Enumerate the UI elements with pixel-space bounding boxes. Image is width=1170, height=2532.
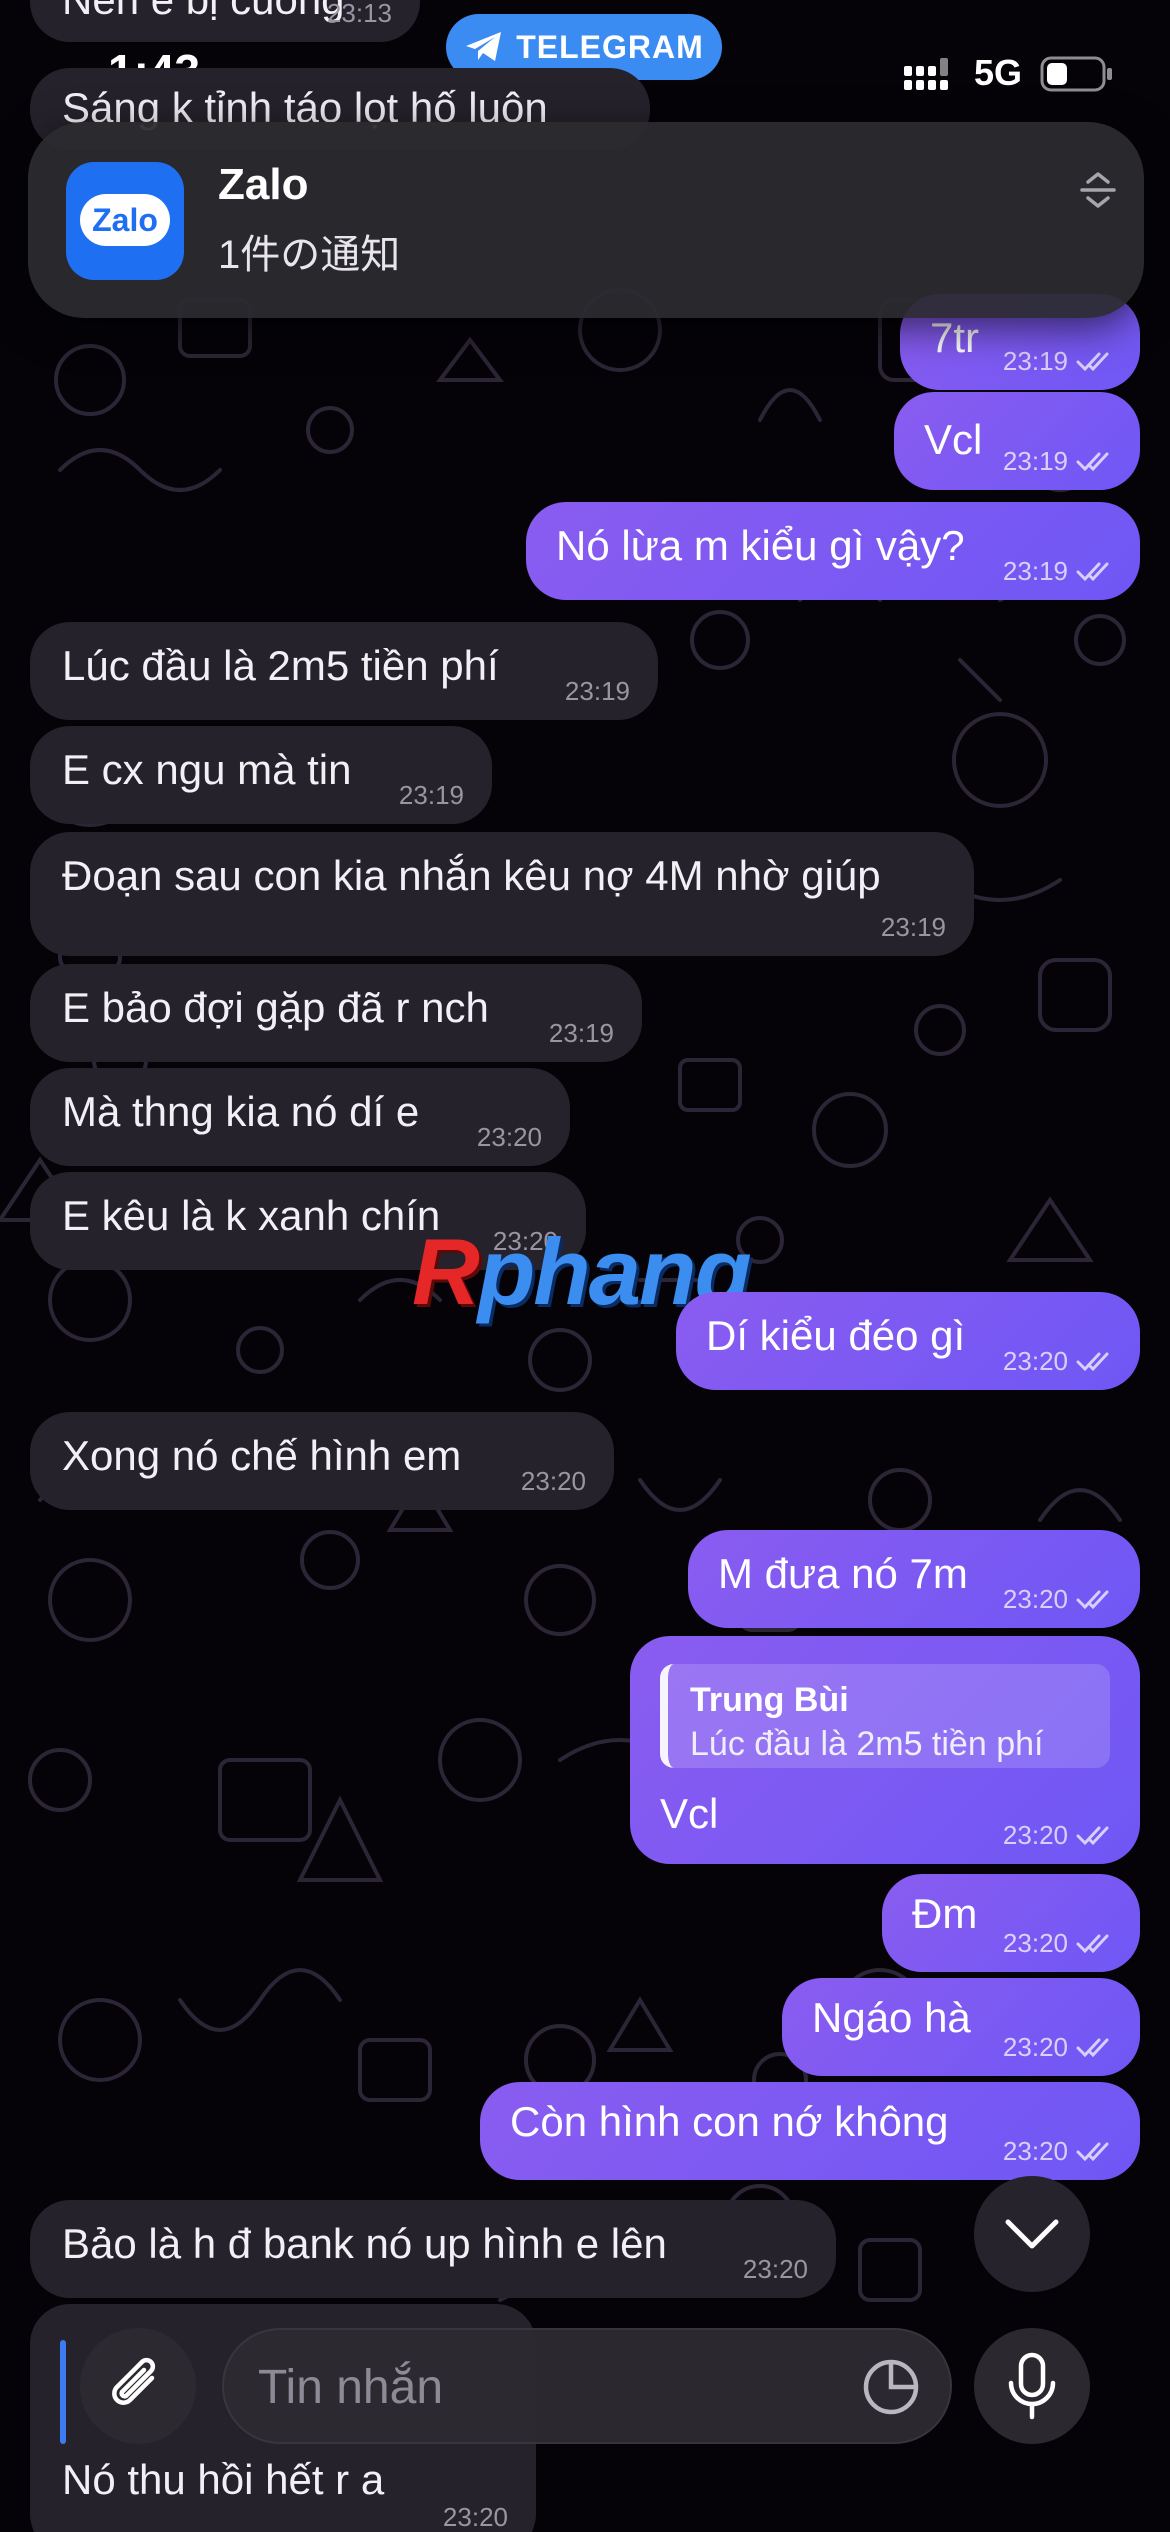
reply-quote[interactable]: Trung Bùi Lúc đầu là 2m5 tiền phí xyxy=(660,1664,1110,1768)
network-label: 5G xyxy=(974,52,1023,93)
message-text: Ngáo hà xyxy=(812,1994,971,2041)
notification-banner[interactable]: Zalo Zalo 1件の通知 xyxy=(28,122,1144,318)
message-bubble-outgoing[interactable]: Nó lừa m kiểu gì vậy? 23:19 xyxy=(526,502,1140,600)
message-bubble-outgoing[interactable]: Còn hình con nớ không 23:20 xyxy=(480,2082,1140,2180)
message-bubble-outgoing[interactable]: Vcl 23:19 xyxy=(894,392,1140,490)
expand-icon[interactable] xyxy=(1076,168,1120,212)
zalo-logo-text: Zalo xyxy=(80,194,170,246)
double-check-icon xyxy=(1076,1352,1109,1372)
message-bubble-incoming[interactable]: Lúc đầu là 2m5 tiền phí 23:19 xyxy=(30,622,658,720)
message-input[interactable]: Tin nhắn xyxy=(222,2328,952,2444)
voice-record-button[interactable] xyxy=(974,2328,1090,2444)
double-check-icon xyxy=(1076,2142,1109,2162)
message-time: 23:19 xyxy=(1002,556,1068,586)
telegram-pill-label: TELEGRAM xyxy=(516,28,704,65)
message-time: 23:19 xyxy=(1002,346,1068,376)
scroll-to-bottom-button[interactable] xyxy=(974,2176,1090,2292)
telegram-icon xyxy=(466,32,502,61)
message-text: Bảo là h đ bank nó up hình e lên xyxy=(62,2220,667,2267)
notification-body: 1件の通知 xyxy=(218,233,401,277)
message-text: Nó thu hồi hết r a xyxy=(62,2456,385,2503)
message-text: Dí kiểu đéo gì xyxy=(706,1312,966,1359)
chevron-down-icon xyxy=(1005,2219,1059,2249)
message-bubble-incoming[interactable]: Nên e bị cuồng 23:13 xyxy=(30,0,420,42)
message-time: 23:20 xyxy=(442,2502,508,2532)
message-time: 23:20 xyxy=(1002,1346,1068,1376)
message-bubble-outgoing[interactable]: Dí kiểu đéo gì 23:20 xyxy=(676,1292,1140,1390)
message-time: 23:19 xyxy=(880,912,946,942)
reply-quote-accent xyxy=(60,2340,66,2444)
paperclip-icon xyxy=(112,2357,156,2405)
message-text: Đm xyxy=(912,1890,978,1937)
double-check-icon xyxy=(1076,1934,1109,1954)
message-time: 23:20 xyxy=(1002,1928,1068,1958)
notification-app-name: Zalo xyxy=(218,160,309,209)
chat-screen: 1:43 TELEGRAM 5G Nên e bị cuồng 23:13 xyxy=(0,0,1170,2532)
message-time: 23:19 xyxy=(1002,446,1068,476)
message-time: 23:20 xyxy=(742,2254,808,2284)
message-text: M đưa nó 7m xyxy=(718,1550,968,1597)
double-check-icon xyxy=(1076,352,1109,372)
battery-icon xyxy=(1040,56,1112,92)
message-time: 23:20 xyxy=(1002,1820,1068,1850)
message-text: Nên e bị cuồng xyxy=(62,0,345,26)
message-text: Đoạn sau con kia nhắn kêu nợ 4M nhờ giúp xyxy=(62,852,881,899)
double-check-icon xyxy=(1076,2038,1109,2058)
message-bubble-incoming[interactable]: Đoạn sau con kia nhắn kêu nợ 4M nhờ giúp… xyxy=(30,832,974,956)
message-time: 23:19 xyxy=(564,676,630,706)
double-check-icon xyxy=(1076,562,1109,582)
message-text: Vcl xyxy=(924,416,983,463)
message-bubble-incoming[interactable]: E cx ngu mà tin 23:19 xyxy=(30,726,492,824)
reply-quoted-text: Lúc đầu là 2m5 tiền phí xyxy=(690,1725,1044,1763)
message-text: Mà thng kia nó dí e xyxy=(62,1088,420,1135)
message-text: 7tr xyxy=(930,314,980,361)
message-text: Còn hình con nớ không xyxy=(510,2098,949,2145)
message-bubble-incoming[interactable]: Xong nó chế hình em 23:20 xyxy=(30,1412,614,1510)
message-text: Vcl xyxy=(660,1790,719,1837)
message-time: 23:19 xyxy=(548,1018,614,1048)
zalo-logo: Zalo xyxy=(66,162,184,280)
double-check-icon xyxy=(1076,1826,1109,1846)
message-text: E bảo đợi gặp đã r nch xyxy=(62,984,489,1031)
message-bubble-outgoing[interactable]: M đưa nó 7m 23:20 xyxy=(688,1530,1140,1628)
message-time: 23:13 xyxy=(326,0,392,28)
message-time: 23:20 xyxy=(1002,2136,1068,2166)
message-text: Xong nó chế hình em xyxy=(62,1432,462,1479)
double-check-icon xyxy=(1076,1590,1109,1610)
message-text: Lúc đầu là 2m5 tiền phí xyxy=(62,642,499,689)
message-time: 23:20 xyxy=(476,1122,542,1152)
message-time: 23:20 xyxy=(520,1466,586,1496)
double-check-icon xyxy=(1076,452,1109,472)
message-text: Nó lừa m kiểu gì vậy? xyxy=(556,522,965,569)
message-input-placeholder: Tin nhắn xyxy=(258,2361,444,2414)
reply-message-bubble[interactable]: Trung Bùi Lúc đầu là 2m5 tiền phí Vcl 23… xyxy=(630,1636,1140,1864)
message-bubble-incoming[interactable]: Bảo là h đ bank nó up hình e lên 23:20 xyxy=(30,2200,836,2298)
attach-button[interactable] xyxy=(80,2328,196,2444)
message-bubble-outgoing[interactable]: Ngáo hà 23:20 xyxy=(782,1978,1140,2076)
message-bubble-outgoing[interactable]: Đm 23:20 xyxy=(882,1874,1140,1972)
message-bubble-incoming[interactable]: Mà thng kia nó dí e 23:20 xyxy=(30,1068,570,1166)
microphone-icon xyxy=(1008,2352,1056,2420)
message-text: E kêu là k xanh chín xyxy=(62,1192,441,1239)
message-bubble-incoming[interactable]: E bảo đợi gặp đã r nch 23:19 xyxy=(30,964,642,1062)
message-time: 23:20 xyxy=(1002,2032,1068,2062)
sticker-icon[interactable] xyxy=(860,2356,922,2418)
message-time: 23:20 xyxy=(1002,1584,1068,1614)
message-time: 23:19 xyxy=(398,780,464,810)
message-text: E cx ngu mà tin xyxy=(62,746,352,793)
signal-icon xyxy=(904,58,948,90)
